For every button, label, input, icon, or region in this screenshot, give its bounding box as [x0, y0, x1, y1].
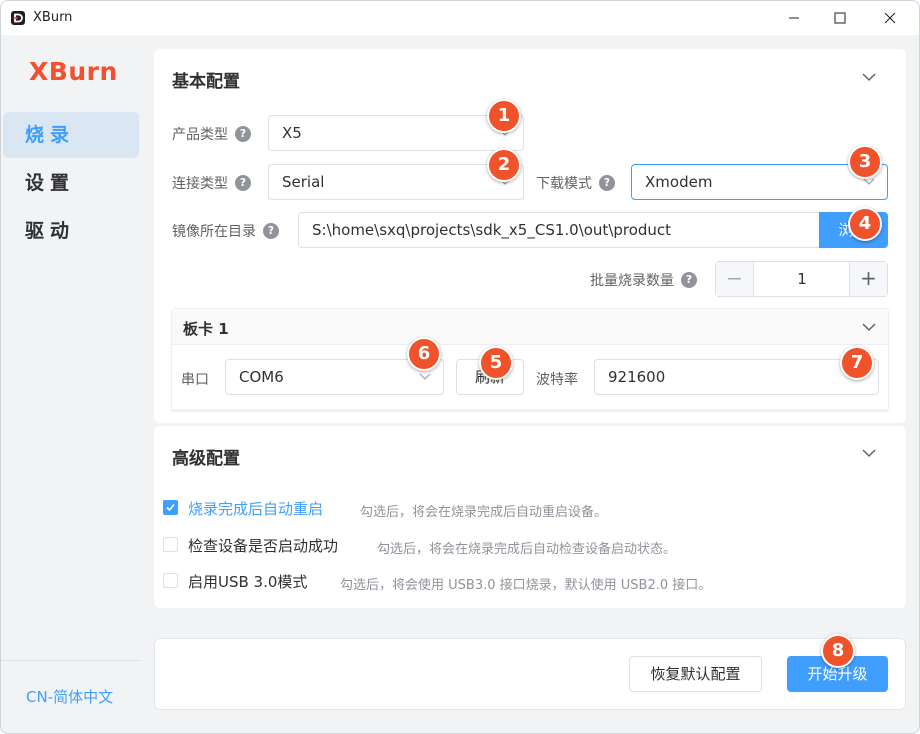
chevron-down-icon [419, 373, 431, 380]
sidebar-item-burn[interactable]: 烧录 [3, 112, 139, 158]
basic-config-card: 基本配置 产品类型 ? X5 连接类型 ? Serial 下载模式 ? Xmod… [154, 49, 906, 423]
check-icon [166, 503, 175, 512]
annotation-badge-8: 8 [821, 634, 855, 668]
batch-count-label-text: 批量烧录数量 [590, 273, 674, 289]
annotation-badge-4: 4 [848, 207, 882, 241]
image-dir-label-text: 镜像所在目录 [172, 224, 256, 240]
annotation-badge-2: 2 [487, 148, 521, 182]
title-bar: XBurn [1, 1, 919, 35]
help-icon[interactable]: ? [599, 175, 615, 191]
check-boot-checkbox[interactable] [163, 537, 178, 552]
serial-port-label: 串口 [181, 372, 209, 388]
maximize-icon [834, 12, 846, 24]
brand-logo: XBurn [29, 57, 118, 86]
increment-button[interactable]: + [849, 262, 887, 296]
usb3-label[interactable]: 启用USB 3.0模式 [188, 571, 307, 592]
auto-reboot-label[interactable]: 烧录完成后自动重启 [188, 498, 323, 519]
decrement-button[interactable]: − [716, 262, 754, 296]
annotation-badge-7: 7 [840, 346, 874, 380]
product-type-label-text: 产品类型 [172, 127, 228, 143]
product-type-label: 产品类型 ? [172, 124, 251, 144]
serial-port-value: COM6 [239, 368, 284, 386]
connection-type-value: Serial [282, 173, 325, 191]
board-header[interactable]: 板卡 1 [172, 309, 888, 345]
sidebar: XBurn 烧录 设置 驱动 CN-简体中文 [1, 35, 149, 733]
baud-rate-input[interactable]: 921600 [594, 359, 879, 395]
connection-type-label: 连接类型 ? [172, 173, 251, 193]
reset-defaults-button[interactable]: 恢复默认配置 [629, 656, 762, 692]
sidebar-item-driver[interactable]: 驱动 [3, 208, 139, 254]
collapse-board-icon[interactable] [861, 322, 877, 332]
batch-count-label: 批量烧录数量 ? [590, 270, 697, 290]
batch-count-value[interactable]: 1 [755, 262, 849, 296]
annotation-badge-5: 5 [479, 346, 513, 380]
batch-count-stepper: − 1 + [715, 261, 888, 297]
close-button[interactable] [867, 1, 913, 35]
connection-type-select[interactable]: Serial [268, 164, 524, 200]
minimize-icon [789, 17, 799, 19]
maximize-button[interactable] [817, 1, 863, 35]
sidebar-item-settings[interactable]: 设置 [3, 160, 139, 206]
board-title: 板卡 1 [183, 320, 229, 338]
close-icon [884, 12, 896, 24]
check-boot-desc: 勾选后，将会在烧录完成后自动检查设备启动状态。 [377, 542, 677, 557]
usb3-desc: 勾选后，将会使用 USB3.0 接口烧录，默认使用 USB2.0 接口。 [340, 578, 712, 593]
product-type-select[interactable]: X5 [268, 115, 524, 151]
minimize-button[interactable] [771, 1, 817, 35]
usb3-checkbox[interactable] [163, 573, 178, 588]
baud-rate-value: 921600 [608, 368, 666, 386]
app-logo-icon [11, 11, 25, 25]
image-dir-label: 镜像所在目录 ? [172, 221, 279, 241]
advanced-config-card: 高级配置 烧录完成后自动重启 勾选后，将会在烧录完成后自动重启设备。 检查设备是… [154, 426, 906, 608]
auto-reboot-desc: 勾选后，将会在烧录完成后自动重启设备。 [360, 505, 608, 520]
help-icon[interactable]: ? [235, 126, 251, 142]
image-dir-input[interactable]: S:\home\sxq\projects\sdk_x5_CS1.0\out\pr… [298, 212, 820, 248]
footer-bar: 恢复默认配置 开始升级 [154, 638, 906, 710]
help-icon[interactable]: ? [235, 175, 251, 191]
help-icon[interactable]: ? [681, 272, 697, 288]
window-title: XBurn [33, 10, 73, 25]
board-scrollbar[interactable] [172, 409, 888, 412]
connection-type-label-text: 连接类型 [172, 176, 228, 192]
language-switch[interactable]: CN-简体中文 [26, 686, 113, 707]
download-mode-value: Xmodem [645, 173, 713, 191]
annotation-badge-6: 6 [407, 337, 441, 371]
collapse-basic-icon[interactable] [861, 72, 877, 82]
annotation-badge-1: 1 [487, 99, 521, 133]
sidebar-divider [1, 660, 141, 661]
download-mode-label-text: 下载模式 [536, 176, 592, 192]
chevron-down-icon [863, 178, 875, 185]
image-dir-value: S:\home\sxq\projects\sdk_x5_CS1.0\out\pr… [312, 221, 672, 239]
baud-rate-label: 波特率 [536, 372, 578, 388]
download-mode-label: 下载模式 ? [536, 173, 615, 193]
help-icon[interactable]: ? [263, 223, 279, 239]
board-panel: 板卡 1 串口 COM6 刷新 波特率 921600 [171, 308, 889, 412]
check-boot-label[interactable]: 检查设备是否启动成功 [188, 535, 338, 556]
auto-reboot-checkbox[interactable] [163, 500, 178, 515]
collapse-advanced-icon[interactable] [861, 448, 877, 458]
app-window: XBurn XBurn 烧录 设置 驱动 CN-简体中文 基本配置 产品类型 ?… [0, 0, 920, 734]
advanced-config-title: 高级配置 [172, 449, 240, 469]
basic-config-title: 基本配置 [172, 72, 240, 92]
annotation-badge-3: 3 [848, 145, 882, 179]
product-type-value: X5 [282, 124, 302, 142]
